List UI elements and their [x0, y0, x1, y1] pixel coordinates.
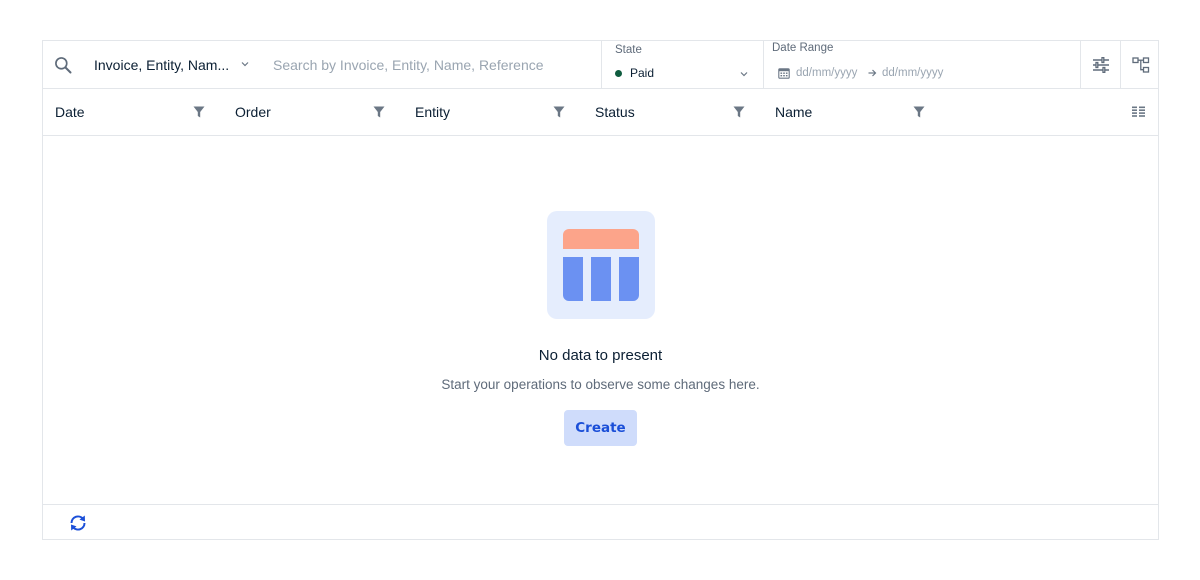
- state-label: State: [615, 44, 642, 56]
- calendar-icon: [778, 68, 790, 79]
- filter-icon[interactable]: [193, 106, 205, 118]
- column-header-label: Order: [235, 104, 271, 120]
- search-field-selector[interactable]: Invoice, Entity, Nam...: [94, 41, 254, 88]
- table-header-row: Date Order Entity Status Name: [43, 89, 1158, 136]
- tree-view-button[interactable]: [1120, 41, 1160, 88]
- column-settings-icon[interactable]: [1132, 106, 1145, 117]
- column-header-label: Name: [775, 104, 813, 120]
- data-table-panel: Invoice, Entity, Nam... State Paid Date …: [42, 40, 1159, 540]
- search-icon[interactable]: [53, 55, 73, 75]
- column-header-date[interactable]: Date: [43, 89, 223, 135]
- table-footer: [43, 504, 1158, 540]
- search-input[interactable]: [273, 53, 593, 77]
- column-header-order[interactable]: Order: [223, 89, 403, 135]
- date-to-input[interactable]: dd/mm/yyyy: [882, 67, 943, 79]
- filter-icon[interactable]: [373, 106, 385, 118]
- column-header-name[interactable]: Name: [763, 89, 943, 135]
- tree-structure-icon: [1131, 56, 1149, 73]
- filter-icon[interactable]: [913, 106, 925, 118]
- column-header-label: Status: [595, 104, 635, 120]
- empty-state-title: No data to present: [538, 347, 663, 364]
- search-field-selector-label: Invoice, Entity, Nam...: [94, 56, 230, 73]
- date-from-input[interactable]: dd/mm/yyyy: [796, 67, 857, 79]
- chevron-down-icon: [241, 62, 249, 67]
- column-header-status[interactable]: Status: [583, 89, 763, 135]
- chevron-down-icon: [740, 72, 748, 77]
- filter-icon[interactable]: [733, 106, 745, 118]
- status-dot: [615, 70, 622, 77]
- toolbar: Invoice, Entity, Nam... State Paid Date …: [43, 41, 1158, 89]
- state-value: Paid: [630, 66, 655, 80]
- sliders-icon: [1092, 56, 1109, 73]
- date-range-picker[interactable]: Date Range dd/mm/yyyy dd/mm/yyyy: [763, 41, 1080, 88]
- filter-icon[interactable]: [553, 106, 565, 118]
- arrow-right-icon: [868, 69, 877, 77]
- column-header-label: Date: [55, 104, 85, 120]
- create-button[interactable]: Create: [564, 410, 637, 446]
- column-header-entity[interactable]: Entity: [403, 89, 583, 135]
- table-icon: [547, 211, 655, 319]
- state-dropdown[interactable]: State Paid: [601, 41, 763, 88]
- date-range-label: Date Range: [772, 42, 834, 54]
- filters-button[interactable]: [1080, 41, 1120, 88]
- refresh-icon[interactable]: [68, 514, 88, 532]
- empty-state-description: Start your operations to observe some ch…: [441, 377, 760, 392]
- column-header-label: Entity: [415, 104, 451, 120]
